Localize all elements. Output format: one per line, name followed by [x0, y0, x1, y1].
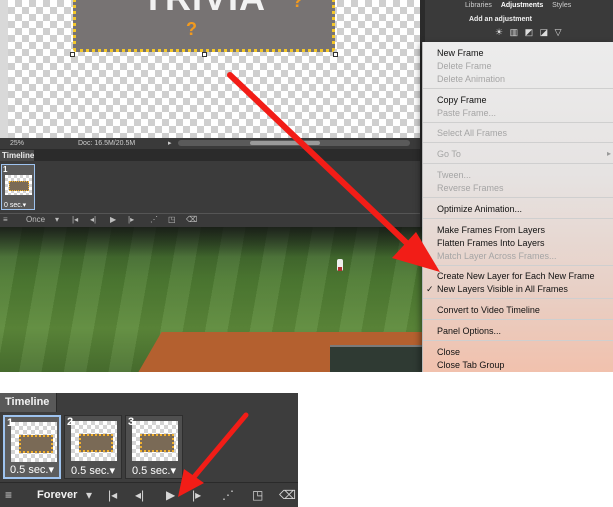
annotation-arrow-bottom: [178, 412, 249, 497]
annotation-arrow-top: [227, 72, 440, 272]
photoshop-screenshot-menu: TRIVIA ? ? 25% Doc: 16.5M/20.5M ▸ Timeli…: [0, 0, 613, 372]
timeline-panel-zoomed: Timeline 1 0.5 sec.▾ 2 0.5 sec.▾ 3 0.5 s…: [0, 393, 298, 507]
